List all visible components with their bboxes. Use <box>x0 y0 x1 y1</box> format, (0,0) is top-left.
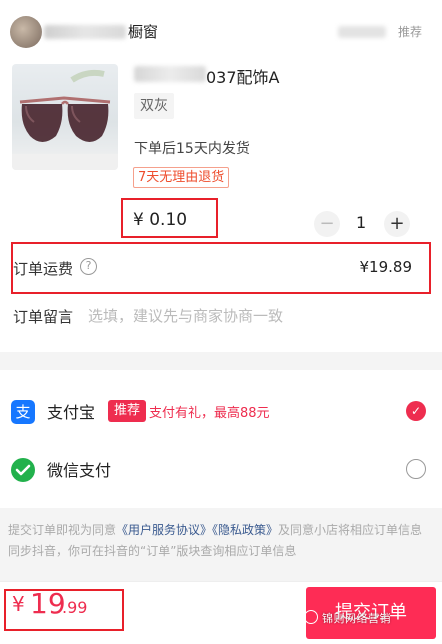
recommend-label[interactable]: 推荐 <box>398 23 422 40</box>
shipping-fee-value: ¥19.89 <box>359 258 413 276</box>
shop-avatar[interactable] <box>10 16 42 48</box>
shipping-fee-label: 订单运费 <box>13 260 74 278</box>
shop-name[interactable]: 橱窗 <box>128 21 158 42</box>
product-title-redacted <box>134 66 206 82</box>
watermark-text: 锦则网络营销 <box>322 612 391 625</box>
alipay-radio-checked-icon[interactable]: ✓ <box>406 401 426 421</box>
return-policy-badge: 7天无理由退货 <box>133 167 230 188</box>
alipay-promo-text: 支付有礼，最高88元 <box>149 406 270 421</box>
payment-option-alipay[interactable]: 支 支付宝 推荐 支付有礼，最高88元 ✓ <box>0 382 442 440</box>
payment-methods: 支 支付宝 推荐 支付有礼，最高88元 ✓ 微信支付 <box>0 370 442 508</box>
product-title: 037配饰A <box>206 68 280 87</box>
wechat-radio-unchecked[interactable] <box>406 459 426 479</box>
agreement-text: 提交订单即视为同意《用户服务协议》《隐私政策》及同意小店将相应订单信息同步抖音，… <box>8 520 434 562</box>
total-amount-decimal: .99 <box>62 598 88 617</box>
order-message-label: 订单留言 <box>13 308 74 326</box>
product-price: ¥ 0.10 <box>133 210 188 230</box>
sunglasses-icon <box>12 69 118 170</box>
shipping-note: 下单后15天内发货 <box>134 141 250 157</box>
quantity-increase-button[interactable]: + <box>384 211 410 237</box>
product-variant: 双灰 <box>134 93 174 119</box>
order-message-input[interactable] <box>88 305 418 327</box>
user-agreement-link[interactable]: 《用户服务协议》 <box>116 523 212 537</box>
order-card: 橱窗 推荐 037配饰A 双灰 下单后15天内发货 7天无理由退货 ¥ 0.10… <box>0 0 442 352</box>
alipay-icon: 支 <box>11 400 35 424</box>
total-amount-integer: 19 <box>30 587 66 620</box>
wechat-official-account-icon <box>304 610 318 624</box>
privacy-policy-link[interactable]: 《隐私政策》 <box>212 523 278 537</box>
wechat-pay-label: 微信支付 <box>47 461 112 480</box>
quantity-value: 1 <box>356 213 367 232</box>
payment-option-wechat[interactable]: 微信支付 <box>0 440 442 498</box>
recommend-redacted <box>338 26 386 38</box>
shop-name-redacted <box>44 25 126 39</box>
wechat-pay-icon <box>11 458 35 482</box>
shop-header[interactable]: 橱窗 推荐 <box>0 12 442 52</box>
agreement-prefix: 提交订单即视为同意 <box>8 523 117 537</box>
quantity-decrease-button[interactable]: − <box>314 211 340 237</box>
product-image[interactable] <box>12 64 118 170</box>
recommend-badge: 推荐 <box>108 400 147 422</box>
question-circle-icon[interactable]: ? <box>80 258 97 275</box>
total-currency: ¥ <box>12 592 25 616</box>
alipay-label: 支付宝 <box>47 403 96 422</box>
